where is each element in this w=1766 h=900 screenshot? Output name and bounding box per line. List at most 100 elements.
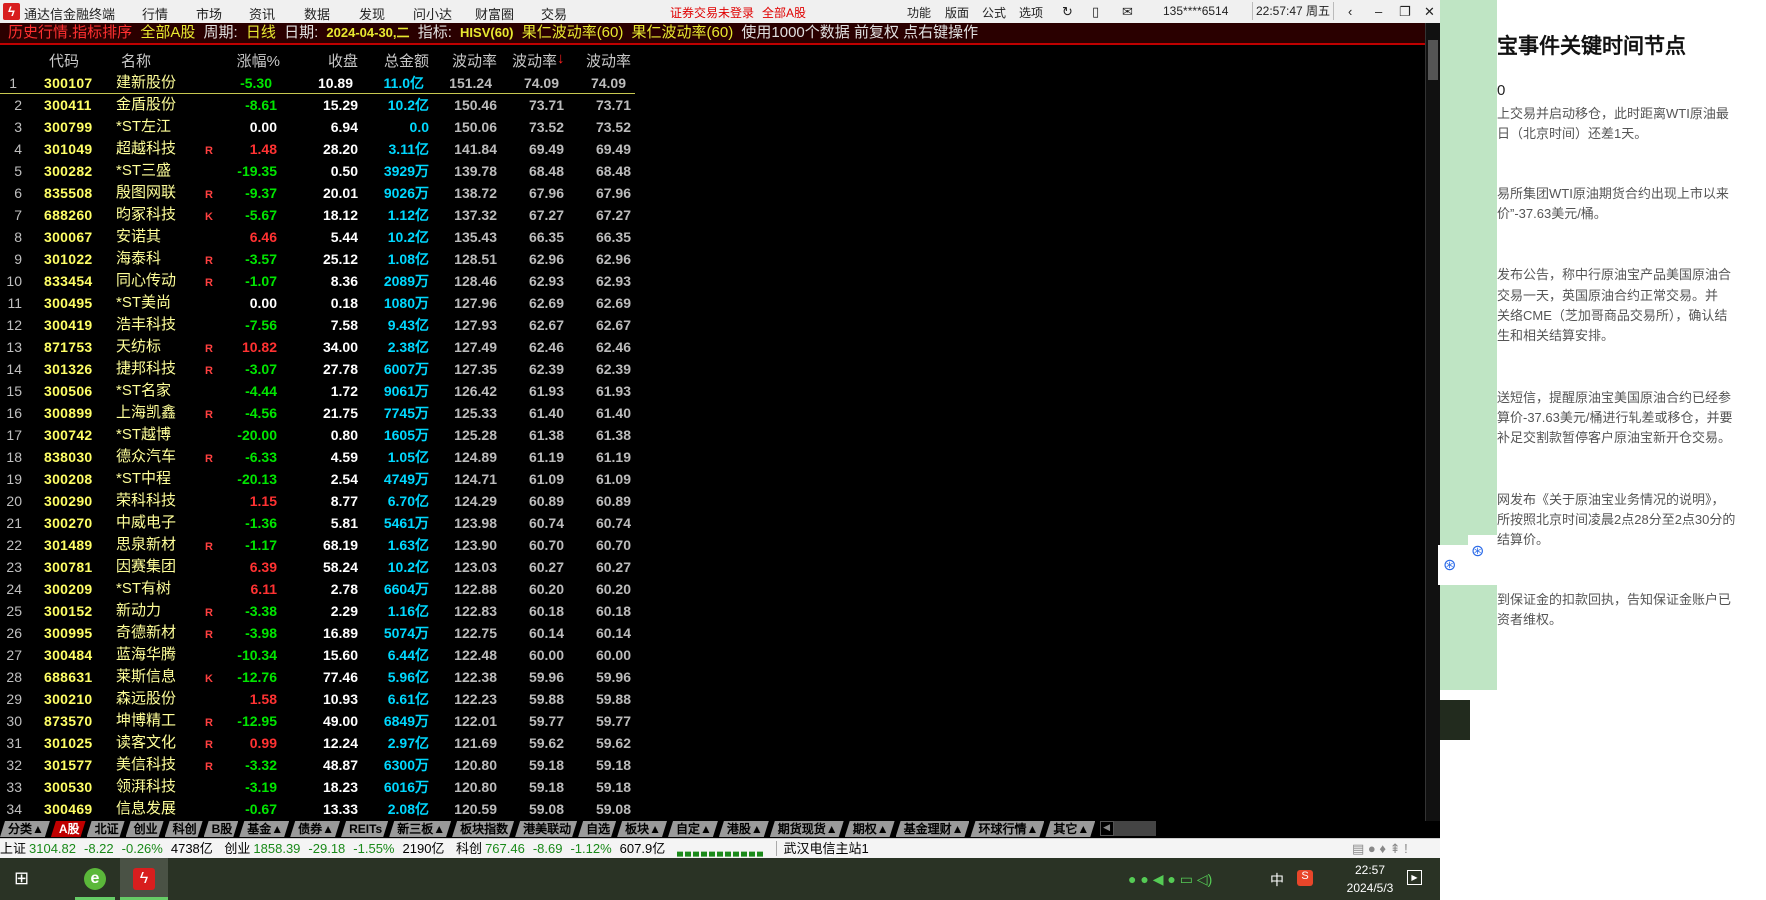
- menu-shuju[interactable]: 数据: [304, 4, 330, 23]
- period-value[interactable]: 日线: [246, 24, 276, 41]
- market-scope[interactable]: 全部A股: [140, 24, 195, 41]
- sh-value[interactable]: 3104.82: [29, 841, 76, 856]
- menu-shichang[interactable]: 市场: [196, 4, 222, 23]
- menu-xuanxiang[interactable]: 选项: [1019, 4, 1043, 21]
- server-name[interactable]: 武汉电信主站1: [776, 841, 869, 856]
- scrollbar-thumb[interactable]: [1428, 40, 1438, 80]
- table-row[interactable]: 6 835508 殷图网联 R -9.37 20.01 9026万 138.72 67.96 67…: [0, 182, 640, 204]
- market-tab[interactable]: B股: [204, 821, 239, 837]
- table-row[interactable]: 8 300067 安诺其 6.46 5.44 10.2亿 135.43 66.35 66.35: [0, 226, 640, 248]
- header-volatility-1[interactable]: 波动率: [452, 50, 497, 72]
- refresh-icon[interactable]: ↻: [1062, 4, 1073, 20]
- mail-icon[interactable]: ✉: [1122, 4, 1133, 20]
- table-row[interactable]: 16 300899 上海凯鑫 R -4.56 21.75 7745万 125.33 61.40 6…: [0, 402, 640, 424]
- kc-value[interactable]: 767.46: [485, 841, 525, 856]
- table-row[interactable]: 30 873570 坤博精工 R -12.95 49.00 6849万 122.01 59.77…: [0, 710, 640, 732]
- header-volatility-2[interactable]: 波动率: [512, 50, 557, 72]
- mini-window[interactable]: [1440, 700, 1470, 740]
- table-row[interactable]: 26 300995 奇德新材 R -3.98 16.89 5074万 122.75 60.14 6…: [0, 622, 640, 644]
- windows-start-icon[interactable]: ⊞: [14, 868, 29, 889]
- ime-indicator[interactable]: 中: [1270, 870, 1284, 890]
- market-tab[interactable]: 自选: [578, 821, 616, 837]
- taskbar-time[interactable]: 22:57: [1345, 863, 1395, 877]
- market-tab[interactable]: 基金理财▲: [896, 821, 970, 837]
- tab-scroll-left-icon[interactable]: ◀: [1099, 821, 1114, 836]
- table-row[interactable]: 25 300152 新动力 R -3.38 2.29 1.16亿 122.83 60.18 60.…: [0, 600, 640, 622]
- menu-gongshi[interactable]: 公式: [982, 4, 1006, 21]
- table-row[interactable]: 14 301326 捷邦科技 R -3.07 27.78 6007万 127.35 62.39 6…: [0, 358, 640, 380]
- table-row[interactable]: 24 300209 *ST有树 6.11 2.78 6604万 122.88 60.20 60.…: [0, 578, 640, 600]
- table-row[interactable]: 12 300419 浩丰科技 -7.56 7.58 9.43亿 127.93 62.67 62.…: [0, 314, 640, 336]
- menu-banmian[interactable]: 版面: [945, 4, 969, 21]
- table-row[interactable]: 19 300208 *ST中程 -20.13 2.54 4749万 124.71 61.09 6…: [0, 468, 640, 490]
- table-row[interactable]: 17 300742 *ST越博 -20.00 0.80 1605万 125.28 61.38 6…: [0, 424, 640, 446]
- market-tab[interactable]: 创业: [126, 821, 164, 837]
- table-row[interactable]: 34 300469 信息发展 -0.67 13.33 2.08亿 120.59 59.08 59…: [0, 798, 640, 820]
- menu-gongneng[interactable]: 功能: [907, 4, 931, 21]
- menu-jiaoyi[interactable]: 交易: [541, 4, 567, 23]
- phone-icon[interactable]: ▯: [1092, 4, 1099, 20]
- vertical-scrollbar[interactable]: [1425, 23, 1440, 821]
- account-id[interactable]: 135****6514: [1163, 4, 1228, 18]
- floating-widget-2[interactable]: ⊛: [1468, 535, 1497, 585]
- market-tab[interactable]: 债券▲: [290, 821, 340, 837]
- market-tab[interactable]: 基金▲: [239, 821, 289, 837]
- minimize-icon[interactable]: –: [1375, 4, 1382, 19]
- menu-zixun[interactable]: 资讯: [249, 4, 275, 23]
- table-row[interactable]: 7 688260 昀冢科技 K -5.67 18.12 1.12亿 137.32 67.27 67…: [0, 204, 640, 226]
- table-row[interactable]: 9 301022 海泰科 R -3.57 25.12 1.08亿 128.51 62.96 62.…: [0, 248, 640, 270]
- header-volatility-3[interactable]: 波动率: [586, 50, 631, 72]
- menu-wenxiaoda[interactable]: 问小达: [413, 4, 452, 23]
- header-close[interactable]: 收盘: [328, 50, 358, 72]
- indicator-value[interactable]: HISV(60): [460, 25, 513, 40]
- tab-scroll-thumb[interactable]: [1113, 821, 1156, 836]
- market-tab[interactable]: 港股▲: [719, 821, 769, 837]
- market-tab[interactable]: 板块指数: [452, 821, 514, 837]
- sogou-icon[interactable]: S: [1297, 870, 1313, 886]
- tray-icons[interactable]: ● ● ◀ ● ▭ ◁): [1128, 871, 1212, 888]
- table-row[interactable]: 28 688631 莱斯信息 K -12.76 77.46 5.96亿 122.38 59.96…: [0, 666, 640, 688]
- table-row[interactable]: 22 301489 思泉新材 R -1.17 68.19 1.63亿 123.90 60.70 6…: [0, 534, 640, 556]
- market-tab[interactable]: 北证: [87, 821, 125, 837]
- header-name[interactable]: 名称: [121, 50, 151, 72]
- table-row[interactable]: 10 833454 同心传动 R -1.07 8.36 2089万 128.46 62.93 62…: [0, 270, 640, 292]
- header-code[interactable]: 代码: [49, 50, 79, 72]
- table-row[interactable]: 13 871753 天纺标 R 10.82 34.00 2.38亿 127.49 62.46 62…: [0, 336, 640, 358]
- table-row[interactable]: 2 300411 金盾股份 -8.61 15.29 10.2亿 150.46 73.71 73.…: [0, 94, 640, 116]
- menu-hangqing[interactable]: 行情: [142, 4, 168, 23]
- restore-icon[interactable]: ❐: [1399, 4, 1411, 20]
- table-row[interactable]: 5 300282 *ST三盛 -19.35 0.50 3929万 139.78 68.48 68…: [0, 160, 640, 182]
- table-row[interactable]: 15 300506 *ST名家 -4.44 1.72 9061万 126.42 61.93 61…: [0, 380, 640, 402]
- floating-widget[interactable]: ⊛: [1438, 545, 1470, 585]
- status-icons[interactable]: ▤ ● ♦ ⇞ !: [1352, 839, 1408, 859]
- market-tab[interactable]: 分类▲: [0, 821, 50, 837]
- table-row[interactable]: 33 300530 领湃科技 -3.19 18.23 6016万 120.80 59.18 59…: [0, 776, 640, 798]
- taskbar-tdx[interactable]: ϟ: [120, 858, 168, 900]
- table-row[interactable]: 1 300107 建新股份 -5.30 10.89 11.0亿 151.24 74.09 74.…: [0, 72, 635, 94]
- cy-value[interactable]: 1858.39: [253, 841, 300, 856]
- market-tab[interactable]: 期货现货▲: [770, 821, 844, 837]
- header-change[interactable]: 涨幅%: [237, 50, 280, 72]
- table-row[interactable]: 32 301577 美信科技 R -3.32 48.87 6300万 120.80 59.18 5…: [0, 754, 640, 776]
- market-tab[interactable]: 环球行情▲: [970, 821, 1044, 837]
- table-row[interactable]: 3 300799 *ST左江 0.00 6.94 0.0 150.06 73.52 73.52: [0, 116, 640, 138]
- table-row[interactable]: 27 300484 蓝海华腾 -10.34 15.60 6.44亿 122.48 60.00 6…: [0, 644, 640, 666]
- market-tab[interactable]: 新三板▲: [389, 821, 451, 837]
- table-row[interactable]: 18 838030 德众汽车 R -6.33 4.59 1.05亿 124.89 61.19 61…: [0, 446, 640, 468]
- market-tab[interactable]: REITs: [341, 821, 388, 837]
- table-row[interactable]: 20 300290 荣科科技 1.15 8.77 6.70亿 124.29 60.89 60.8…: [0, 490, 640, 512]
- market-tab[interactable]: 港美联动: [515, 821, 577, 837]
- show-desktop-icon[interactable]: ▶: [1407, 870, 1422, 885]
- market-label[interactable]: 全部A股: [762, 4, 806, 21]
- table-row[interactable]: 11 300495 *ST美尚 0.00 0.18 1080万 127.96 62.69 62.…: [0, 292, 640, 314]
- market-tab[interactable]: 板块▲: [617, 821, 667, 837]
- taskbar-date[interactable]: 2024/5/3: [1335, 881, 1405, 895]
- table-row[interactable]: 23 300781 因赛集团 6.39 58.24 10.2亿 123.03 60.27 60.…: [0, 556, 640, 578]
- menu-faxian[interactable]: 发现: [359, 4, 385, 23]
- market-tab[interactable]: 自定▲: [668, 821, 718, 837]
- table-row[interactable]: 31 301025 读客文化 R 0.99 12.24 2.97亿 121.69 59.62 59…: [0, 732, 640, 754]
- header-amount[interactable]: 总金额: [384, 50, 429, 72]
- close-icon[interactable]: ✕: [1424, 4, 1435, 20]
- date-value[interactable]: 2024-04-30,二: [326, 25, 409, 40]
- table-row[interactable]: 4 301049 超越科技 R 1.48 28.20 3.11亿 141.84 69.49 69.…: [0, 138, 640, 160]
